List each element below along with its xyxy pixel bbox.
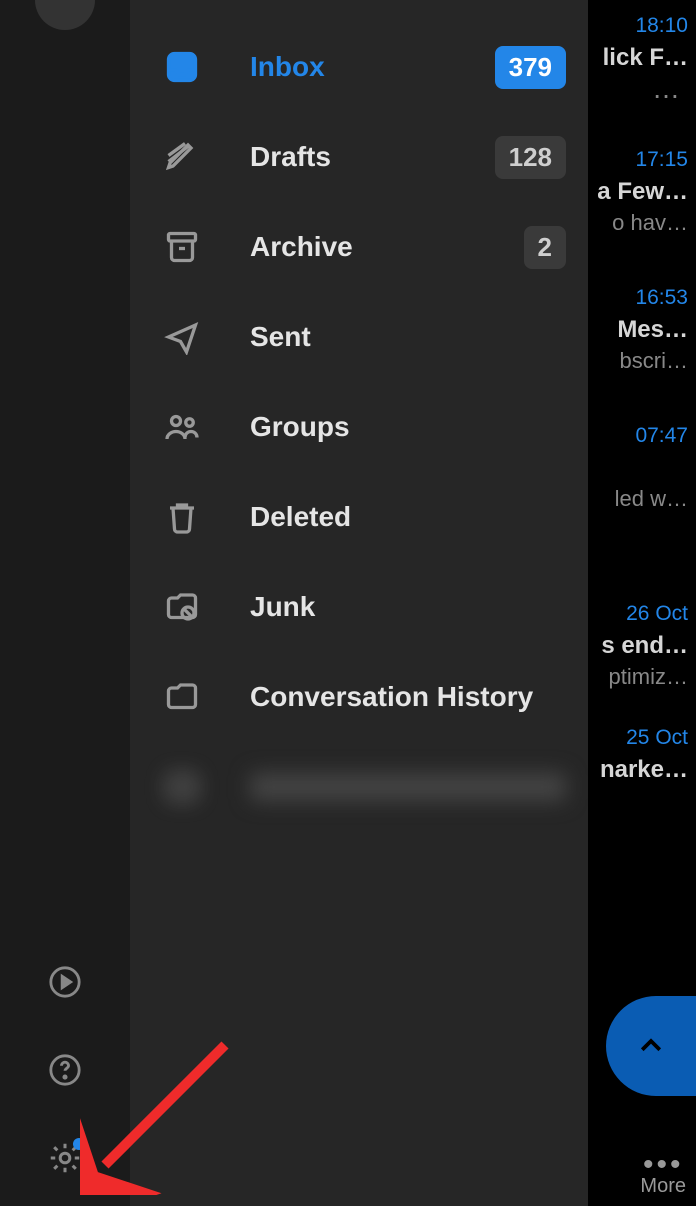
email-time: 17:15 xyxy=(586,148,688,172)
email-item[interactable]: 17:15 a Few… o hav… xyxy=(586,138,696,246)
email-subject: a Few… xyxy=(586,178,688,206)
help-button[interactable] xyxy=(47,1052,83,1088)
drafts-icon xyxy=(162,137,202,177)
redacted-icon xyxy=(162,767,202,807)
folder-drafts[interactable]: Drafts 128 xyxy=(130,112,588,202)
folder-count: 2 xyxy=(524,226,566,269)
scroll-to-top-button[interactable] xyxy=(606,996,696,1096)
folder-label: Inbox xyxy=(250,51,495,83)
archive-icon xyxy=(162,227,202,267)
folder-deleted[interactable]: Deleted xyxy=(130,472,588,562)
more-label: More xyxy=(640,1175,686,1198)
folder-groups[interactable]: Groups xyxy=(130,382,588,472)
sent-icon xyxy=(162,317,202,357)
folder-label: Archive xyxy=(250,231,524,263)
junk-icon xyxy=(162,587,202,627)
settings-button[interactable] xyxy=(47,1140,83,1176)
folder-archive[interactable]: Archive 2 xyxy=(130,202,588,292)
email-item[interactable]: 07:47 led w… xyxy=(586,414,696,522)
play-button[interactable] xyxy=(47,964,83,1000)
folder-label xyxy=(250,773,566,801)
email-subject xyxy=(586,454,688,482)
folder-label: Drafts xyxy=(250,141,495,173)
email-item[interactable]: 25 Oct narke… xyxy=(586,716,696,798)
email-dots: … xyxy=(586,76,688,98)
deleted-icon xyxy=(162,497,202,537)
email-subject: s end… xyxy=(586,632,688,660)
conversation-history-icon xyxy=(162,677,202,717)
email-time: 25 Oct xyxy=(586,726,688,750)
play-icon xyxy=(48,965,82,999)
folder-redacted xyxy=(130,742,588,832)
left-rail xyxy=(0,0,130,1206)
email-subject: lick F… xyxy=(586,44,688,72)
email-time: 16:53 xyxy=(586,286,688,310)
folder-sent[interactable]: Sent xyxy=(130,292,588,382)
folder-count: 128 xyxy=(495,136,566,179)
email-subject: Mes… xyxy=(586,316,688,344)
email-item[interactable]: 18:10 lick F… … xyxy=(586,4,696,108)
folder-sidebar: Inbox 379 Drafts 128 Archive 2 Sent xyxy=(130,0,588,1206)
settings-notification-dot xyxy=(73,1138,85,1150)
folder-label: Groups xyxy=(250,411,566,443)
folder-label: Junk xyxy=(250,591,566,623)
email-time: 26 Oct xyxy=(586,602,688,626)
email-item[interactable]: 26 Oct s end… ptimiz… xyxy=(586,592,696,700)
folder-label: Deleted xyxy=(250,501,566,533)
chevron-up-icon xyxy=(636,1031,666,1061)
folder-count: 379 xyxy=(495,46,566,89)
folder-inbox[interactable]: Inbox 379 xyxy=(130,22,588,112)
help-icon xyxy=(48,1053,82,1087)
email-preview: o hav… xyxy=(586,210,688,236)
email-time: 07:47 xyxy=(586,424,688,448)
email-preview: ptimiz… xyxy=(586,664,688,690)
groups-icon xyxy=(162,407,202,447)
folder-label: Conversation History xyxy=(250,681,566,713)
email-time: 18:10 xyxy=(586,14,688,38)
email-item[interactable]: 16:53 Mes… bscri… xyxy=(586,276,696,384)
more-dots-icon: ••• xyxy=(640,1155,686,1175)
email-preview: led w… xyxy=(586,486,688,512)
folder-label: Sent xyxy=(250,321,566,353)
folder-junk[interactable]: Junk xyxy=(130,562,588,652)
inbox-icon xyxy=(162,47,202,87)
email-subject: narke… xyxy=(586,756,688,784)
folder-conversation-history[interactable]: Conversation History xyxy=(130,652,588,742)
email-preview: bscri… xyxy=(586,348,688,374)
more-button[interactable]: ••• More xyxy=(640,1155,686,1198)
